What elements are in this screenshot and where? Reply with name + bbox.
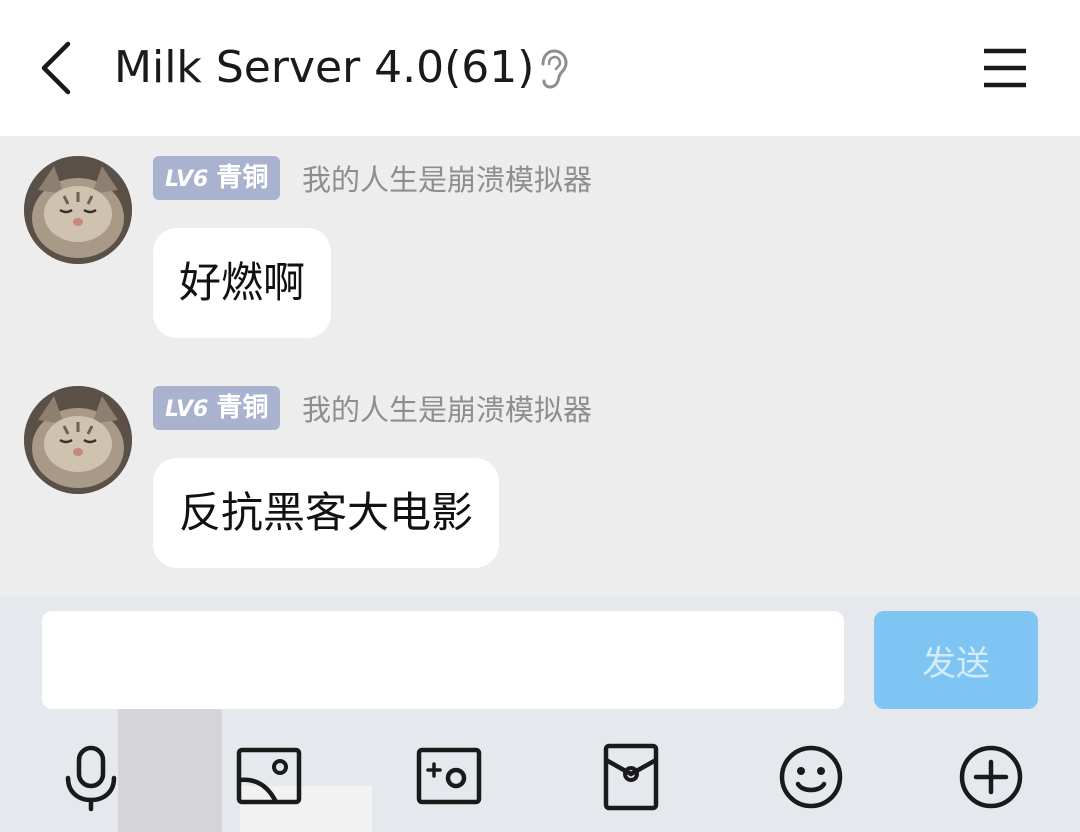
header-bar: Milk Server 4.0(61) — [0, 0, 1080, 136]
message-input[interactable] — [42, 611, 844, 709]
rank-text: 青铜 — [216, 163, 269, 193]
avatar[interactable] — [24, 386, 132, 494]
sender-nickname[interactable]: 我的人生是崩溃模拟器 — [302, 158, 592, 202]
image-icon[interactable] — [234, 742, 304, 812]
microphone-icon[interactable] — [56, 742, 126, 812]
avatar[interactable] — [24, 156, 132, 264]
emoji-icon[interactable] — [776, 742, 846, 812]
message-bubble[interactable]: 反抗黑客大电影 — [153, 458, 500, 568]
kitten-avatar-image — [24, 156, 132, 264]
level-text: LV6 — [165, 397, 209, 422]
chat-message-list[interactable]: LV6 青铜 我的人生是崩溃模拟器 好燃啊 LV6 青铜 我的人生是崩溃模拟器 反抗… — [0, 136, 1080, 596]
rank-text: 青铜 — [216, 393, 269, 423]
blurred-background — [118, 708, 222, 832]
level-badge: LV6 青铜 — [153, 156, 281, 200]
plus-icon[interactable] — [956, 742, 1026, 812]
kitten-avatar-image — [24, 386, 132, 494]
red-packet-icon[interactable] — [596, 742, 666, 812]
level-text: LV6 — [165, 167, 209, 192]
ear-icon[interactable] — [536, 48, 570, 90]
menu-icon[interactable] — [982, 46, 1028, 90]
send-button[interactable]: 发送 — [874, 611, 1038, 709]
camera-icon[interactable] — [414, 742, 484, 812]
sender-nickname[interactable]: 我的人生是崩溃模拟器 — [302, 388, 592, 432]
composer-bar: 发送 — [0, 596, 1080, 832]
chat-title: Milk Server 4.0(61) — [114, 42, 535, 93]
message-bubble[interactable]: 好燃啊 — [153, 228, 332, 338]
back-arrow-icon[interactable] — [38, 40, 78, 96]
level-badge: LV6 青铜 — [153, 386, 281, 430]
